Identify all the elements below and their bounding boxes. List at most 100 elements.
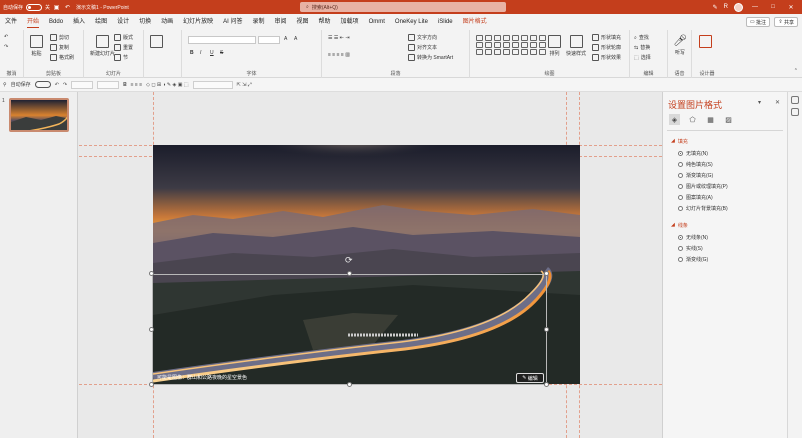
tab-item[interactable]: 图片格式: [458, 14, 492, 30]
qat-font-box[interactable]: [71, 80, 94, 89]
new-slide-button[interactable]: 新建幻灯片: [90, 35, 115, 57]
resize-handle[interactable]: [149, 382, 154, 387]
text-direction-button[interactable]: 文字方向: [408, 34, 437, 41]
radio-button[interactable]: [678, 246, 683, 251]
add-image-button[interactable]: [150, 35, 163, 48]
fill-option[interactable]: 渐变填充(G): [678, 172, 713, 179]
tab-item[interactable]: 加载项: [336, 14, 364, 30]
undo-icon[interactable]: ↶: [63, 3, 72, 12]
tab-item[interactable]: 视图: [292, 14, 314, 30]
font-name-select[interactable]: [188, 36, 256, 44]
cut-button[interactable]: 剪切: [50, 34, 69, 41]
resize-handle[interactable]: [347, 382, 352, 387]
resize-handle[interactable]: [544, 271, 549, 276]
copy-button[interactable]: 复制: [50, 44, 69, 51]
tab-item[interactable]: 录制: [247, 14, 269, 30]
smartart-button[interactable]: 转换为 SmartArt: [408, 54, 453, 61]
fill-option[interactable]: 幻灯片背景填充(B): [678, 205, 728, 212]
minimize-button[interactable]: —: [749, 4, 761, 10]
radio-button[interactable]: [678, 173, 683, 178]
search-input[interactable]: ⌕ 搜索(Alt+Q): [300, 2, 506, 12]
qat-bold-icon[interactable]: 𝐁: [123, 82, 127, 88]
shape-outline-button[interactable]: 形状轮廓: [592, 44, 621, 51]
radio-button[interactable]: [678, 206, 683, 211]
radio-button[interactable]: [678, 162, 683, 167]
tab-item[interactable]: 文件: [0, 14, 22, 30]
maximize-button[interactable]: □: [767, 4, 779, 10]
share-button[interactable]: ⇪ 共享: [774, 17, 798, 27]
line-option[interactable]: 实线(S): [678, 245, 703, 252]
bullets-icon[interactable]: ☰ ☰ ⇤ ⇥: [328, 35, 350, 41]
quick-styles-button[interactable]: 快速样式: [566, 35, 586, 57]
close-button[interactable]: ✕: [785, 4, 797, 11]
dictate-button[interactable]: 🎤︎ 听写: [673, 34, 687, 56]
comments-pane-icon[interactable]: [791, 96, 799, 104]
save-icon[interactable]: ▣: [52, 3, 61, 12]
tab-item[interactable]: 帮助: [314, 14, 336, 30]
find-button[interactable]: ⌕ 查找: [634, 34, 649, 42]
format-painter-button[interactable]: 格式刷: [50, 54, 74, 61]
font-size-select[interactable]: [258, 36, 280, 44]
comments-button[interactable]: ▭ 批注: [745, 17, 770, 27]
line-option[interactable]: 无线条(N): [678, 234, 708, 241]
shape-effects-button[interactable]: 形状效果: [592, 54, 621, 61]
fill-option[interactable]: 纯色填充(S): [678, 161, 713, 168]
tab-item[interactable]: 绘图: [90, 14, 112, 30]
shapes-gallery[interactable]: [476, 35, 547, 55]
arrange-button[interactable]: 排列: [548, 35, 561, 57]
effects-tab-icon[interactable]: ⬠: [687, 114, 698, 125]
line-option[interactable]: 渐变线(G): [678, 256, 708, 263]
designer-pane-icon[interactable]: [791, 108, 799, 116]
strikethrough-button[interactable]: S: [220, 50, 223, 56]
tab-item[interactable]: Ommt: [364, 14, 390, 30]
tab-item[interactable]: iSlide: [433, 14, 458, 30]
selection-frame[interactable]: [152, 274, 547, 385]
qat-undo-icon[interactable]: ↶: [55, 82, 59, 88]
grow-font-button[interactable]: A: [284, 36, 287, 42]
tab-item[interactable]: 审阅: [270, 14, 292, 30]
resize-handle[interactable]: [149, 327, 154, 332]
tab-item[interactable]: Bddo: [44, 14, 68, 30]
shape-fill-button[interactable]: 形状填充: [592, 34, 621, 41]
redo-icon[interactable]: ↷: [4, 44, 8, 50]
pane-options-icon[interactable]: ▾: [758, 99, 761, 106]
autosave-toggle-group[interactable]: 自动保存 关: [3, 3, 50, 11]
radio-button[interactable]: [678, 235, 683, 240]
underline-button[interactable]: U: [210, 50, 214, 56]
tab-item[interactable]: 动画: [156, 14, 178, 30]
qat-toggle[interactable]: [34, 81, 51, 88]
align-text-button[interactable]: 对齐文本: [408, 44, 437, 51]
tab-item[interactable]: AI 问答: [218, 14, 247, 30]
layout-button[interactable]: 版式: [114, 34, 133, 41]
reset-button[interactable]: 重置: [114, 44, 133, 51]
select-button[interactable]: ⬚ 选择: [634, 54, 651, 62]
qat-combo[interactable]: [192, 80, 233, 89]
radio-button[interactable]: [678, 257, 683, 262]
resize-handle[interactable]: [544, 327, 549, 332]
tab-item[interactable]: 插入: [68, 14, 90, 30]
tab-item[interactable]: 开始: [22, 14, 44, 30]
resize-handle[interactable]: [544, 382, 549, 387]
qat-redo-icon[interactable]: ↷: [63, 82, 67, 88]
italic-button[interactable]: I: [200, 50, 201, 56]
qat-format-icons[interactable]: ◇ ◻ ⊞ ◑ ✎ ◈ ▣ ⬚: [146, 82, 188, 88]
collapse-ribbon-icon[interactable]: ⌃: [794, 68, 798, 74]
paste-button[interactable]: 粘贴: [30, 35, 43, 57]
radio-button[interactable]: [678, 195, 683, 200]
rotate-handle-icon[interactable]: ⟳: [345, 255, 353, 266]
size-tab-icon[interactable]: ▦: [705, 114, 716, 125]
autosave-toggle[interactable]: [26, 3, 43, 11]
fill-section-header[interactable]: ◢ 填充: [671, 138, 688, 145]
resize-handle[interactable]: [347, 271, 352, 276]
qat-align-icon[interactable]: ≡ ≡ ≡: [131, 82, 143, 88]
qat-size-box[interactable]: [97, 80, 120, 89]
fill-line-tab-icon[interactable]: ◈: [669, 114, 680, 125]
fill-option[interactable]: 图片或纹理填充(P): [678, 183, 728, 190]
autosave-small-icon[interactable]: ⚲: [3, 82, 7, 88]
radio-button[interactable]: [678, 151, 683, 156]
picture-tab-icon[interactable]: ▨: [723, 114, 734, 125]
tab-item[interactable]: 设计: [112, 14, 134, 30]
tab-item[interactable]: 幻灯片放映: [178, 14, 218, 30]
pane-close-icon[interactable]: ✕: [775, 99, 780, 106]
fill-option[interactable]: 图案填充(A): [678, 194, 713, 201]
